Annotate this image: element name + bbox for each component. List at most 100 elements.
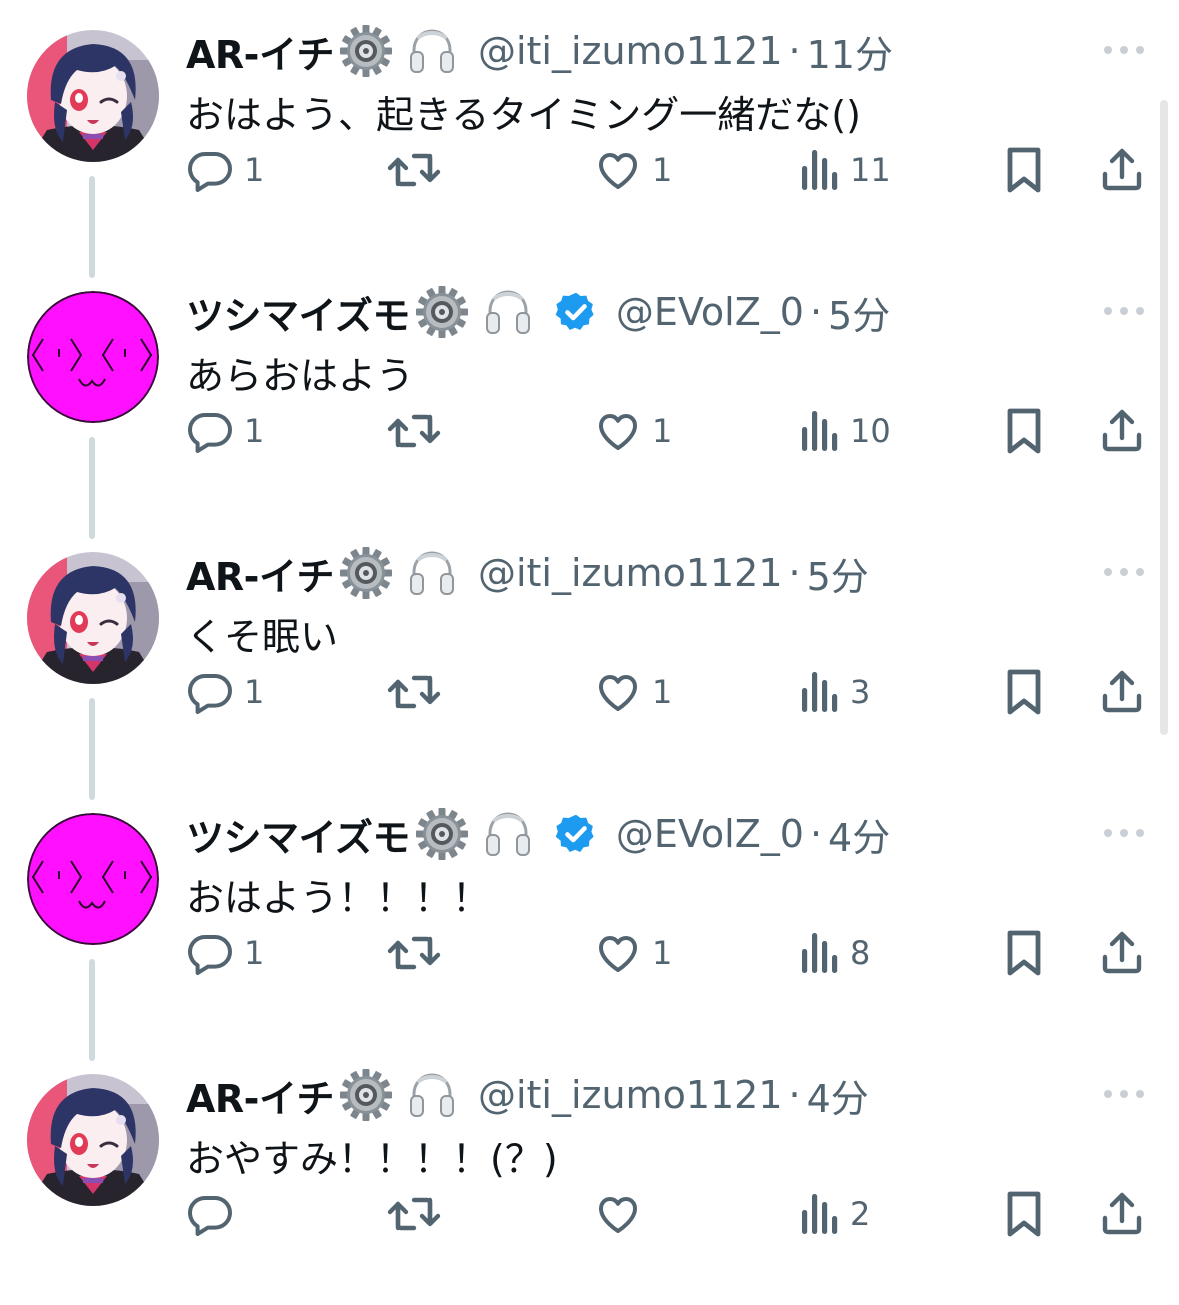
share-icon <box>1098 146 1146 194</box>
display-name[interactable]: ツシマイズモ <box>186 285 410 340</box>
gear-icon <box>338 545 394 601</box>
timestamp[interactable]: 5分 <box>828 285 890 340</box>
analytics-icon <box>800 409 840 453</box>
views-button[interactable]: 11 <box>800 140 891 200</box>
retweet-icon <box>386 407 442 455</box>
tweet-text: あらおはよう <box>186 354 415 398</box>
verified-badge-icon[interactable] <box>554 290 598 334</box>
share-button[interactable] <box>1098 140 1146 200</box>
user-handle[interactable]: @iti_izumo1121 <box>478 1073 783 1117</box>
gear-icon <box>338 1067 394 1123</box>
tweet-header: AR-イチ @iti_izumo1121 · 5分 <box>186 544 869 602</box>
views-count: 10 <box>850 412 891 450</box>
views-count: 3 <box>850 673 871 711</box>
avatar[interactable] <box>27 552 159 684</box>
reply-count: 1 <box>244 673 265 711</box>
views-button[interactable]: 8 <box>800 923 870 983</box>
tweet-text: くそ眠い <box>186 615 339 659</box>
user-handle[interactable]: @EVolZ_0 <box>616 812 804 856</box>
bookmark-button[interactable] <box>1004 140 1044 200</box>
more-options-icon[interactable] <box>1102 299 1146 323</box>
views-button[interactable]: 2 <box>800 1184 870 1244</box>
share-button[interactable] <box>1098 401 1146 461</box>
user-handle[interactable]: @iti_izumo1121 <box>478 29 783 73</box>
reply-button[interactable]: 1 <box>186 401 264 461</box>
bookmark-icon <box>1004 146 1044 194</box>
like-button[interactable]: 1 <box>594 662 672 722</box>
tweet[interactable]: AR-イチ @iti_izumo1121 · 5分くそ眠い 1 1 3 <box>0 522 1179 800</box>
retweet-button[interactable] <box>386 140 452 200</box>
reply-count: 1 <box>244 934 265 972</box>
verified-badge-icon[interactable] <box>554 812 598 856</box>
display-name[interactable]: AR-イチ <box>186 24 334 79</box>
user-handle[interactable]: @iti_izumo1121 <box>478 551 783 595</box>
retweet-button[interactable] <box>386 923 452 983</box>
avatar[interactable] <box>27 813 159 945</box>
like-button[interactable]: 1 <box>594 923 672 983</box>
retweet-button[interactable] <box>386 662 452 722</box>
separator-dot: · <box>788 551 801 595</box>
heart-icon <box>594 929 642 977</box>
tweet-actions: 1 1 3 <box>186 662 1146 722</box>
user-handle[interactable]: @EVolZ_0 <box>616 290 804 334</box>
like-count: 1 <box>652 673 673 711</box>
timestamp[interactable]: 5分 <box>807 546 869 601</box>
display-name[interactable]: ツシマイズモ <box>186 807 410 862</box>
reply-button[interactable]: 1 <box>186 662 264 722</box>
bookmark-button[interactable] <box>1004 923 1044 983</box>
retweet-icon <box>386 668 442 716</box>
reply-button[interactable] <box>186 1184 244 1244</box>
like-button[interactable]: 1 <box>594 401 672 461</box>
share-icon <box>1098 1190 1146 1238</box>
like-count: 1 <box>652 934 673 972</box>
share-button[interactable] <box>1098 1184 1146 1244</box>
bookmark-button[interactable] <box>1004 662 1044 722</box>
reply-button[interactable]: 1 <box>186 140 264 200</box>
reply-icon <box>186 1190 234 1238</box>
views-button[interactable]: 3 <box>800 662 870 722</box>
display-name[interactable]: AR-イチ <box>186 1068 334 1123</box>
more-options-icon[interactable] <box>1102 1082 1146 1106</box>
views-button[interactable]: 10 <box>800 401 891 461</box>
more-options-icon[interactable] <box>1102 38 1146 62</box>
retweet-button[interactable] <box>386 401 452 461</box>
reply-icon <box>186 668 234 716</box>
timestamp[interactable]: 11分 <box>807 24 893 79</box>
share-button[interactable] <box>1098 923 1146 983</box>
tweet-header: AR-イチ @iti_izumo1121 · 4分 <box>186 1066 869 1124</box>
reply-icon <box>186 146 234 194</box>
views-count: 2 <box>850 1195 871 1233</box>
analytics-icon <box>800 931 840 975</box>
like-button[interactable] <box>594 1184 652 1244</box>
retweet-button[interactable] <box>386 1184 452 1244</box>
bookmark-icon <box>1004 668 1044 716</box>
tweet-actions: 2 <box>186 1184 1146 1244</box>
avatar[interactable] <box>27 1074 159 1206</box>
bookmark-button[interactable] <box>1004 1184 1044 1244</box>
avatar[interactable] <box>27 30 159 162</box>
timestamp[interactable]: 4分 <box>807 1068 869 1123</box>
tweet[interactable]: ツシマイズモ @EVolZ_0 · 5分 あらおはよう 1 1 10 <box>0 261 1179 539</box>
bookmark-button[interactable] <box>1004 401 1044 461</box>
tweet[interactable]: AR-イチ @iti_izumo1121 · 11分 おはよう、起きるタイミング一緒だな… <box>0 0 1179 278</box>
share-button[interactable] <box>1098 662 1146 722</box>
like-button[interactable]: 1 <box>594 140 672 200</box>
display-name[interactable]: AR-イチ <box>186 546 334 601</box>
heart-icon <box>594 407 642 455</box>
timestamp[interactable]: 4分 <box>828 807 890 862</box>
headphones-icon <box>404 23 460 79</box>
tweet[interactable]: ツシマイズモ @EVolZ_0 · 4分おはよう！！！！ 1 1 8 <box>0 783 1179 1061</box>
more-options-icon[interactable] <box>1102 821 1146 845</box>
tweet[interactable]: AR-イチ @iti_izumo1121 · 4分 おやすみ！！！！(？) 2 <box>0 1044 1179 1305</box>
like-count: 1 <box>652 151 673 189</box>
separator-dot: · <box>809 812 823 856</box>
reply-button[interactable]: 1 <box>186 923 264 983</box>
reply-count: 1 <box>244 412 265 450</box>
reply-count: 1 <box>244 151 265 189</box>
analytics-icon <box>800 1192 840 1236</box>
tweet-text: おはよう！！！！ <box>186 876 491 920</box>
avatar[interactable] <box>27 291 159 423</box>
more-options-icon[interactable] <box>1102 560 1146 584</box>
tweet-header: ツシマイズモ @EVolZ_0 · 4分 <box>186 805 890 863</box>
share-icon <box>1098 929 1146 977</box>
